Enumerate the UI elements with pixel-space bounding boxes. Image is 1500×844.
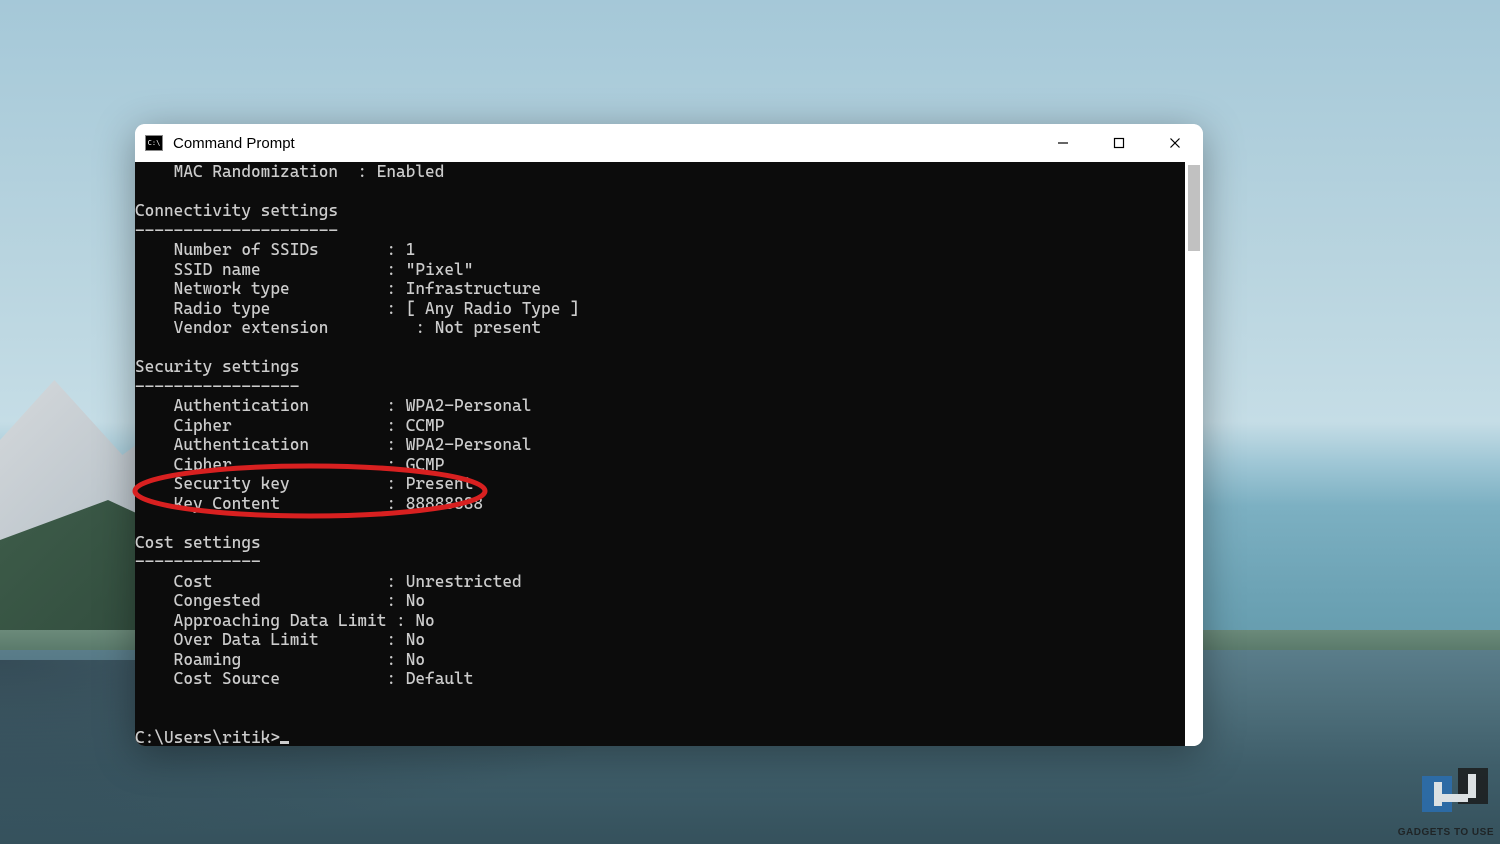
line-network-type: Network type : Infrastructure	[135, 279, 541, 298]
watermark-text: GADGETS TO USE	[1398, 827, 1494, 838]
maximize-button[interactable]	[1091, 124, 1147, 162]
minimize-button[interactable]	[1035, 124, 1091, 162]
line-cipher-2: Cipher : GCMP	[135, 455, 444, 474]
line-cipher-1: Cipher : CCMP	[135, 416, 444, 435]
watermark: GADGETS TO USE	[1365, 756, 1500, 844]
line-number-ssids: Number of SSIDs : 1	[135, 240, 415, 259]
line-congested: Congested : No	[135, 591, 425, 610]
cost-settings-header: Cost settings	[135, 533, 261, 552]
scrollbar-thumb[interactable]	[1188, 165, 1200, 251]
terminal-content: MAC Randomization : Enabled Connectivity…	[135, 162, 580, 746]
line-radio-type: Radio type : [ Any Radio Type ]	[135, 299, 580, 318]
titlebar[interactable]: Command Prompt	[135, 124, 1203, 162]
close-button[interactable]	[1147, 124, 1203, 162]
cursor-icon	[280, 741, 289, 744]
scrollbar-track[interactable]	[1185, 162, 1203, 746]
line-roaming: Roaming : No	[135, 650, 425, 669]
line-cost: Cost : Unrestricted	[135, 572, 522, 591]
line-security-key: Security key : Present	[135, 474, 473, 493]
command-prompt-window: Command Prompt MAC Randomization : Enabl…	[135, 124, 1203, 746]
divider: ---------------------	[135, 221, 338, 240]
line-over-limit: Over Data Limit : No	[135, 630, 425, 649]
line-approaching-limit: Approaching Data Limit : No	[135, 611, 435, 630]
watermark-logo-icon	[1420, 764, 1490, 816]
window-title: Command Prompt	[173, 135, 1035, 152]
divider: -------------	[135, 552, 261, 571]
window-controls	[1035, 124, 1203, 162]
divider: -----------------	[135, 377, 299, 396]
line-cost-source: Cost Source : Default	[135, 669, 473, 688]
security-settings-header: Security settings	[135, 357, 299, 376]
line-ssid-name: SSID name : "Pixel"	[135, 260, 473, 279]
line-authentication-2: Authentication : WPA2-Personal	[135, 435, 531, 454]
line-vendor-extension: Vendor extension : Not present	[135, 318, 541, 337]
terminal-area: MAC Randomization : Enabled Connectivity…	[135, 162, 1203, 746]
cmd-icon	[145, 135, 163, 151]
line-prompt: C:\Users\ritik>	[135, 728, 280, 747]
terminal-output[interactable]: MAC Randomization : Enabled Connectivity…	[135, 162, 1185, 746]
line-authentication-1: Authentication : WPA2-Personal	[135, 396, 531, 415]
connectivity-settings-header: Connectivity settings	[135, 201, 338, 220]
line-mac-randomization: MAC Randomization : Enabled	[135, 162, 444, 181]
line-key-content: Key Content : 88888888	[135, 494, 483, 513]
